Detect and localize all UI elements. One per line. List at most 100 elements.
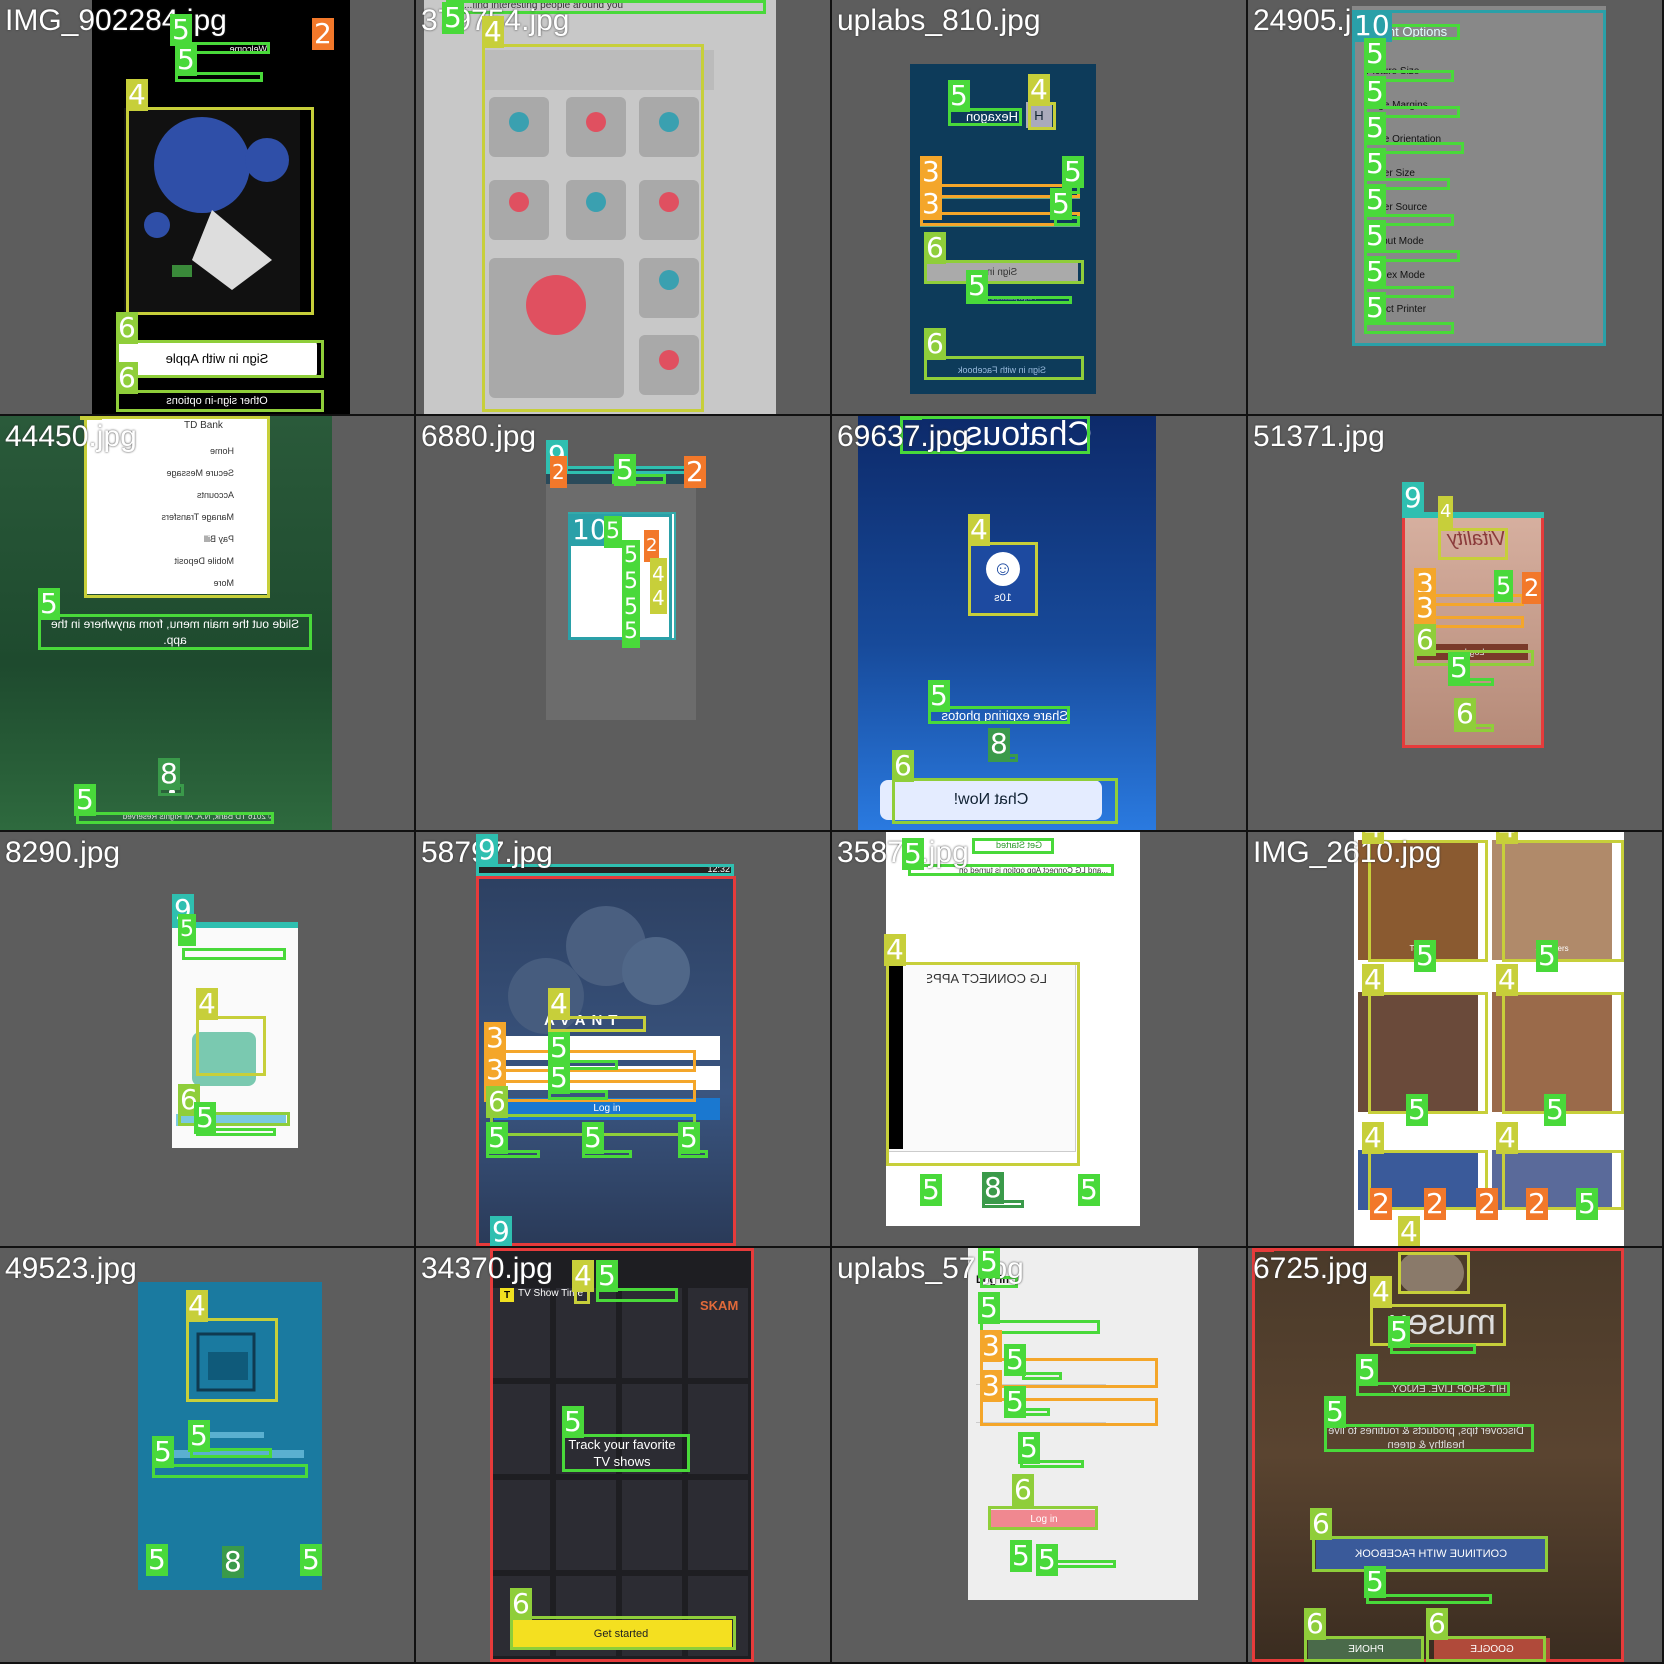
bbox-5 xyxy=(1324,1424,1534,1452)
label-3: 3 xyxy=(484,1053,506,1086)
label-6: 6 xyxy=(1310,1507,1332,1540)
label-5: 5 xyxy=(1050,187,1072,220)
label-5: 5 xyxy=(1004,1343,1026,1376)
bbox-5 xyxy=(38,614,312,650)
label-5: 5 xyxy=(146,1543,168,1576)
label-5: 5 xyxy=(1356,1353,1378,1386)
tile-filename: 49523.jpg xyxy=(5,1252,137,1285)
bbox-4 xyxy=(126,107,314,315)
bbox-5 xyxy=(152,1464,308,1478)
label-5: 5 xyxy=(1364,255,1386,288)
label-2: 2 xyxy=(1522,572,1542,604)
bbox-4 xyxy=(1438,528,1508,560)
bbox-4 xyxy=(968,542,1038,616)
label-4: 4 xyxy=(1496,963,1518,996)
tile-15: uplabs_57.jpg Log in Log in 5 5 3 3 5 5 … xyxy=(832,1248,1246,1662)
label-8: 8 xyxy=(988,727,1010,760)
label-5: 5 xyxy=(1018,1431,1040,1464)
label-4: 4 xyxy=(884,933,906,966)
label-5: 5 xyxy=(1448,651,1470,684)
label-5: 5 xyxy=(188,1419,210,1452)
label-6: 6 xyxy=(1304,1607,1326,1640)
label-2: 2 xyxy=(550,456,567,488)
detection-grid: IMG_902284.jpg Welcome Sign in with Appl… xyxy=(0,0,1664,1664)
label-5: 5 xyxy=(604,516,622,548)
label-5: 5 xyxy=(486,1121,508,1154)
label-5: 5 xyxy=(614,453,636,486)
label-5: 5 xyxy=(1494,570,1514,602)
bbox-4 xyxy=(1502,840,1624,962)
label-5: 5 xyxy=(1036,1543,1058,1576)
label-2: 2 xyxy=(684,455,706,488)
label-5: 5 xyxy=(1364,1565,1386,1598)
bbox-4 xyxy=(1502,1150,1624,1210)
label-5: 5 xyxy=(1062,155,1084,188)
label-9: 9 xyxy=(1402,481,1424,514)
bbox-6 xyxy=(116,390,324,412)
bbox-6 xyxy=(510,1616,736,1650)
label-5: 5 xyxy=(622,616,640,648)
label-5: 5 xyxy=(178,914,196,946)
label-4: 4 xyxy=(1370,1275,1392,1308)
label-4: 4 xyxy=(1362,832,1384,844)
tile-5: 44450.jpg TD Bank Home Secure Message Acco… xyxy=(0,416,414,830)
tile-filename: 8290.jpg xyxy=(5,836,121,869)
tile-8: 51371.jpg Vitality Log In 9 4 3 3 5 2 6 … xyxy=(1248,416,1662,830)
tile-9: 8290.jpg 9 5 4 6 5 xyxy=(0,832,414,1246)
label-3: 3 xyxy=(1414,591,1436,624)
label-5: 5 xyxy=(1364,291,1386,324)
label-5: 5 xyxy=(596,1259,618,1292)
label-5: 5 xyxy=(1004,1385,1026,1418)
tile-16: 6725.jpg museu HIT. SHOP. LIVE. ENJOY. D… xyxy=(1248,1248,1662,1662)
label-5: 5 xyxy=(1364,37,1386,70)
tile-filename: uplabs_810.jpg xyxy=(837,4,1041,37)
label-5: 5 xyxy=(920,1173,942,1206)
label-5: 5 xyxy=(175,43,197,76)
label-8: 8 xyxy=(158,757,180,790)
bbox-4 xyxy=(186,1318,278,1402)
tile-filename: 51371.jpg xyxy=(1253,420,1385,453)
label-6: 6 xyxy=(1454,697,1476,730)
bbox-4 xyxy=(1368,992,1488,1114)
label-4: 4 xyxy=(1362,1121,1384,1154)
label-4: 4 xyxy=(1438,496,1454,528)
label-5: 5 xyxy=(978,1248,1000,1278)
tile-12: IMG_2610.jpg TopsSweatersBrasKids 4 4 5 … xyxy=(1248,832,1662,1246)
bbox-4 xyxy=(1028,102,1056,130)
tile-3: uplabs_810.jpg Hexagon H Sign in Forgot … xyxy=(832,0,1246,414)
bbox-5 xyxy=(1022,1372,1062,1380)
label-2: 2 xyxy=(312,17,334,50)
label-5: 5 xyxy=(194,1101,216,1134)
label-5: 5 xyxy=(1364,147,1386,180)
label-6: 6 xyxy=(924,231,946,264)
tile-1: IMG_902284.jpg Welcome Sign in with Appl… xyxy=(0,0,414,414)
label-5: 5 xyxy=(1544,1093,1566,1126)
label-6: 6 xyxy=(892,749,914,782)
label-4: 4 xyxy=(1496,1121,1518,1154)
label-4: 4 xyxy=(482,15,504,48)
bbox-4 xyxy=(1398,1252,1470,1294)
label-5: 5 xyxy=(1324,1395,1346,1428)
bbox-5 xyxy=(76,812,274,824)
label-5: 5 xyxy=(1406,1093,1428,1126)
label-5: 5 xyxy=(928,679,950,712)
label-6: 6 xyxy=(116,361,138,394)
label-5: 5 xyxy=(582,1121,604,1154)
label-5: 5 xyxy=(902,837,924,870)
label-5: 5 xyxy=(1010,1539,1032,1572)
label-5: 5 xyxy=(1414,939,1436,972)
label-5: 5 xyxy=(442,1,464,34)
label-5: 5 xyxy=(978,1291,1000,1324)
tile-filename: 6725.jpg xyxy=(1253,1252,1369,1285)
label-4: 4 xyxy=(80,416,102,420)
label-5: 5 xyxy=(300,1543,322,1576)
label-5: 5 xyxy=(966,269,988,302)
label-6: 6 xyxy=(1426,1607,1448,1640)
tile-11: 35875.jpg Get Started ...and LG Connect … xyxy=(832,832,1246,1246)
label-5: 5 xyxy=(948,79,970,112)
tile-4: 24905.jpg Print Options Picture Size Page… xyxy=(1248,0,1662,414)
label-0: 0 xyxy=(1252,1248,1274,1252)
label-4: 4 xyxy=(650,582,667,614)
tile-7: 69637.jpg Chatous ☺ 10s Share expiring p… xyxy=(832,416,1246,830)
bbox-4 xyxy=(886,962,1080,1166)
